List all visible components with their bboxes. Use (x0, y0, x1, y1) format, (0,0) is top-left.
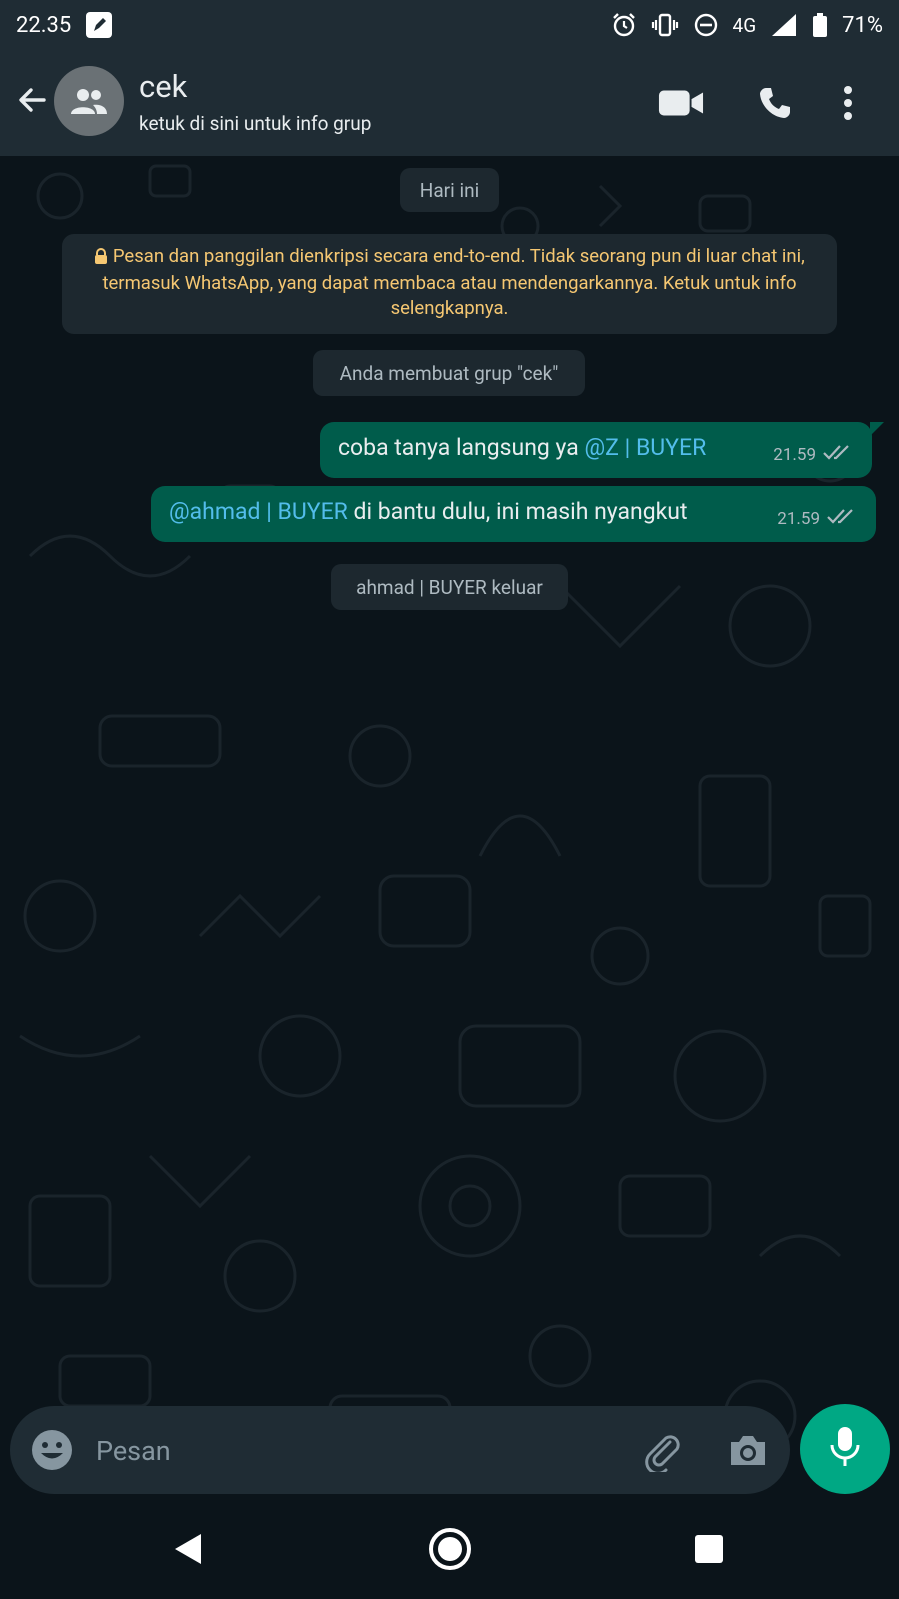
more-options-icon[interactable] (833, 80, 863, 126)
network-type: 4G (732, 13, 757, 37)
chat-title[interactable]: cek (139, 68, 187, 105)
group-avatar-icon[interactable] (54, 66, 124, 136)
camera-icon[interactable] (726, 1428, 770, 1472)
battery-icon (812, 12, 828, 38)
do-not-disturb-icon (693, 12, 719, 38)
encryption-notice[interactable]: Pesan dan panggilan dienkripsi secara en… (62, 234, 837, 334)
nav-recents-icon[interactable] (684, 1524, 734, 1574)
chat-subtitle[interactable]: ketuk di sini untuk info grup (139, 112, 371, 135)
edit-app-icon (85, 11, 113, 39)
system-nav-bar (0, 1500, 899, 1599)
outgoing-message[interactable]: coba tanya langsung ya @Z | BUYER 21.59 (320, 422, 884, 478)
encryption-notice-text: Pesan dan panggilan dienkripsi secara en… (102, 245, 805, 319)
status-bar: 22.35 4G 71% (0, 0, 899, 50)
video-call-icon[interactable] (658, 80, 704, 126)
attach-icon[interactable] (640, 1428, 684, 1475)
system-message-created: Anda membuat grup "cek" (313, 350, 585, 396)
back-arrow-icon[interactable] (14, 82, 50, 118)
message-time: 21.59 (773, 444, 816, 465)
mic-icon (827, 1425, 863, 1473)
vibrate-icon (651, 12, 679, 38)
message-time: 21.59 (777, 508, 820, 529)
message-text: @ahmad | BUYER di bantu dulu, ini masih … (169, 498, 688, 525)
message-text-part: coba tanya langsung ya (338, 434, 585, 461)
signal-icon (770, 12, 798, 38)
chat-area[interactable]: Hari ini Pesan dan panggilan dienkripsi … (0, 156, 899, 1500)
message-composer (10, 1406, 790, 1494)
phone-call-icon[interactable] (752, 80, 798, 126)
status-time: 22.35 (16, 12, 72, 38)
chat-header: cek ketuk di sini untuk info grup (0, 50, 899, 156)
alarm-icon (611, 12, 637, 38)
mic-button[interactable] (800, 1404, 890, 1494)
nav-home-icon[interactable] (425, 1524, 475, 1574)
double-check-icon (826, 507, 858, 530)
message-text: coba tanya langsung ya @Z | BUYER (338, 434, 706, 461)
message-text-part: di bantu dulu, ini masih nyangkut (347, 498, 688, 525)
message-input[interactable] (94, 1426, 618, 1476)
system-message-left: ahmad | BUYER keluar (331, 564, 568, 610)
nav-back-icon[interactable] (162, 1524, 212, 1574)
battery-level: 71% (842, 12, 883, 38)
message-meta: 21.59 (773, 443, 854, 466)
message-meta: 21.59 (777, 507, 858, 530)
emoji-icon[interactable] (30, 1428, 74, 1472)
mention-link[interactable]: @ahmad | BUYER (169, 498, 348, 525)
date-label: Hari ini (400, 168, 499, 212)
mention-link[interactable]: @Z | BUYER (584, 434, 706, 461)
bubble-tail (870, 422, 884, 436)
double-check-icon (822, 443, 854, 466)
lock-icon (94, 246, 108, 271)
outgoing-message[interactable]: @ahmad | BUYER di bantu dulu, ini masih … (151, 486, 876, 542)
